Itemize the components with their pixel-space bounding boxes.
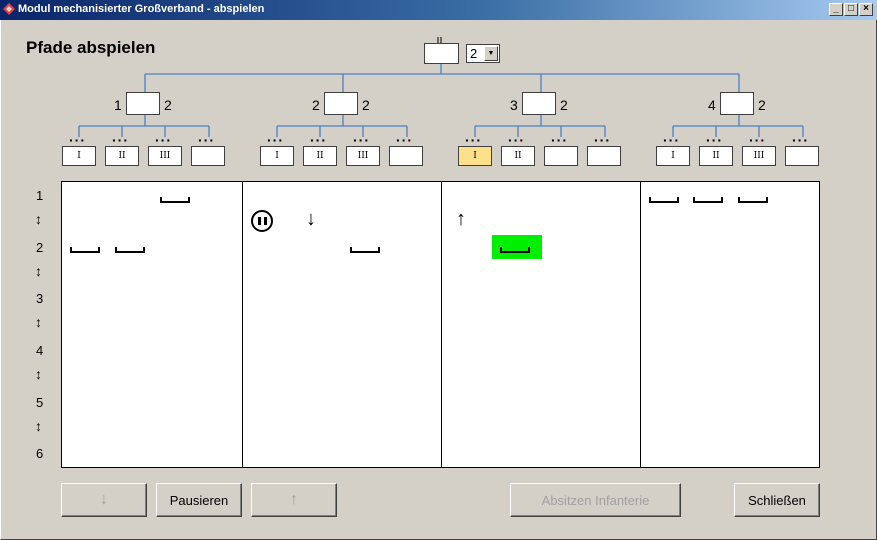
group-2-unit-box[interactable] (324, 92, 358, 115)
group-1-unit-2[interactable]: II (105, 146, 139, 166)
group-2-unit-3-dots: ··· (353, 132, 370, 148)
group-4-unit-3[interactable]: III (742, 146, 776, 166)
unit-marker-icon[interactable] (649, 197, 679, 203)
unit-marker-icon[interactable] (70, 247, 100, 253)
group-4-unit-1-dots: ··· (663, 132, 680, 148)
group-3-right-label: 2 (560, 97, 568, 113)
group-2-left-label: 2 (312, 97, 320, 113)
root-count-value: 2 (470, 46, 478, 61)
unit-marker-icon[interactable] (115, 247, 145, 253)
row-separator-icon: ↕ (35, 418, 42, 434)
group-2-unit-4-dots: ··· (396, 132, 413, 148)
group-2-unit-2[interactable]: II (303, 146, 337, 166)
row-label-4: 4 (36, 343, 44, 358)
group-3-unit-3-dots: ··· (551, 132, 568, 148)
group-3-unit-4[interactable] (587, 146, 621, 166)
down-arrow-icon: ↓ (306, 208, 316, 230)
unit-marker-icon[interactable] (738, 197, 768, 203)
step-down-button[interactable]: ↓ (61, 483, 147, 517)
unit-marker-icon[interactable] (350, 247, 380, 253)
group-2-unit-4[interactable] (389, 146, 423, 166)
row-separator-icon: ↕ (35, 366, 42, 382)
root-count-select[interactable]: 2 ▼ (466, 44, 500, 63)
group-1-unit-4[interactable] (191, 146, 225, 166)
pause-button[interactable]: Pausieren (156, 483, 242, 517)
group-4-unit-3-dots: ··· (749, 132, 766, 148)
row-separator-icon: ↕ (35, 314, 42, 330)
group-1-unit-1[interactable]: I (62, 146, 96, 166)
group-4-unit-2[interactable]: II (699, 146, 733, 166)
group-3-unit-1[interactable]: I (458, 146, 492, 166)
row-separator-icon: ↕ (35, 263, 42, 279)
group-4-unit-2-dots: ··· (706, 132, 723, 148)
group-1-unit-1-dots: ··· (69, 132, 86, 148)
row-separator-icon: ↕ (35, 211, 42, 227)
row-label-6: 6 (36, 446, 44, 461)
group-4-right-label: 2 (758, 97, 766, 113)
up-arrow-icon: ↑ (456, 208, 466, 230)
group-1-unit-3[interactable]: III (148, 146, 182, 166)
column-divider (640, 182, 641, 467)
path-grid[interactable]: ↓ ↑ (61, 181, 820, 468)
group-3-unit-4-dots: ··· (594, 132, 611, 148)
group-1-unit-4-dots: ··· (198, 132, 215, 148)
column-divider (242, 182, 243, 467)
group-1-left-label: 1 (114, 97, 122, 113)
group-2-unit-1-dots: ··· (267, 132, 284, 148)
group-1-right-label: 2 (164, 97, 172, 113)
chevron-down-icon[interactable]: ▼ (484, 46, 498, 61)
column-divider (441, 182, 442, 467)
row-label-3: 3 (36, 291, 44, 306)
group-3-unit-2[interactable]: II (501, 146, 535, 166)
row-label-1: 1 (36, 188, 44, 203)
group-1-unit-3-dots: ··· (155, 132, 172, 148)
group-1-unit-box[interactable] (126, 92, 160, 115)
group-3-unit-2-dots: ··· (508, 132, 525, 148)
row-label-2: 2 (36, 240, 44, 255)
group-4-unit-4-dots: ··· (792, 132, 809, 148)
unit-marker-icon[interactable] (693, 197, 723, 203)
group-2-unit-2-dots: ··· (310, 132, 327, 148)
group-1-unit-2-dots: ··· (112, 132, 129, 148)
group-3-left-label: 3 (510, 97, 518, 113)
group-2-right-label: 2 (362, 97, 370, 113)
group-2-unit-3[interactable]: III (346, 146, 380, 166)
dismount-infantry-button[interactable]: Absitzen Infanterie (510, 483, 681, 517)
unit-marker-icon[interactable] (500, 247, 530, 253)
row-label-5: 5 (36, 395, 44, 410)
pause-circle-icon[interactable] (251, 210, 273, 232)
group-4-left-label: 4 (708, 97, 716, 113)
step-up-button[interactable]: ↑ (251, 483, 337, 517)
group-3-unit-1-dots: ··· (465, 132, 482, 148)
group-4-unit-4[interactable] (785, 146, 819, 166)
root-unit-box[interactable] (424, 43, 459, 64)
unit-marker-icon[interactable] (160, 197, 190, 203)
group-4-unit-1[interactable]: I (656, 146, 690, 166)
close-button[interactable]: Schließen (734, 483, 820, 517)
group-3-unit-3[interactable] (544, 146, 578, 166)
group-2-unit-1[interactable]: I (260, 146, 294, 166)
group-3-unit-box[interactable] (522, 92, 556, 115)
group-4-unit-box[interactable] (720, 92, 754, 115)
